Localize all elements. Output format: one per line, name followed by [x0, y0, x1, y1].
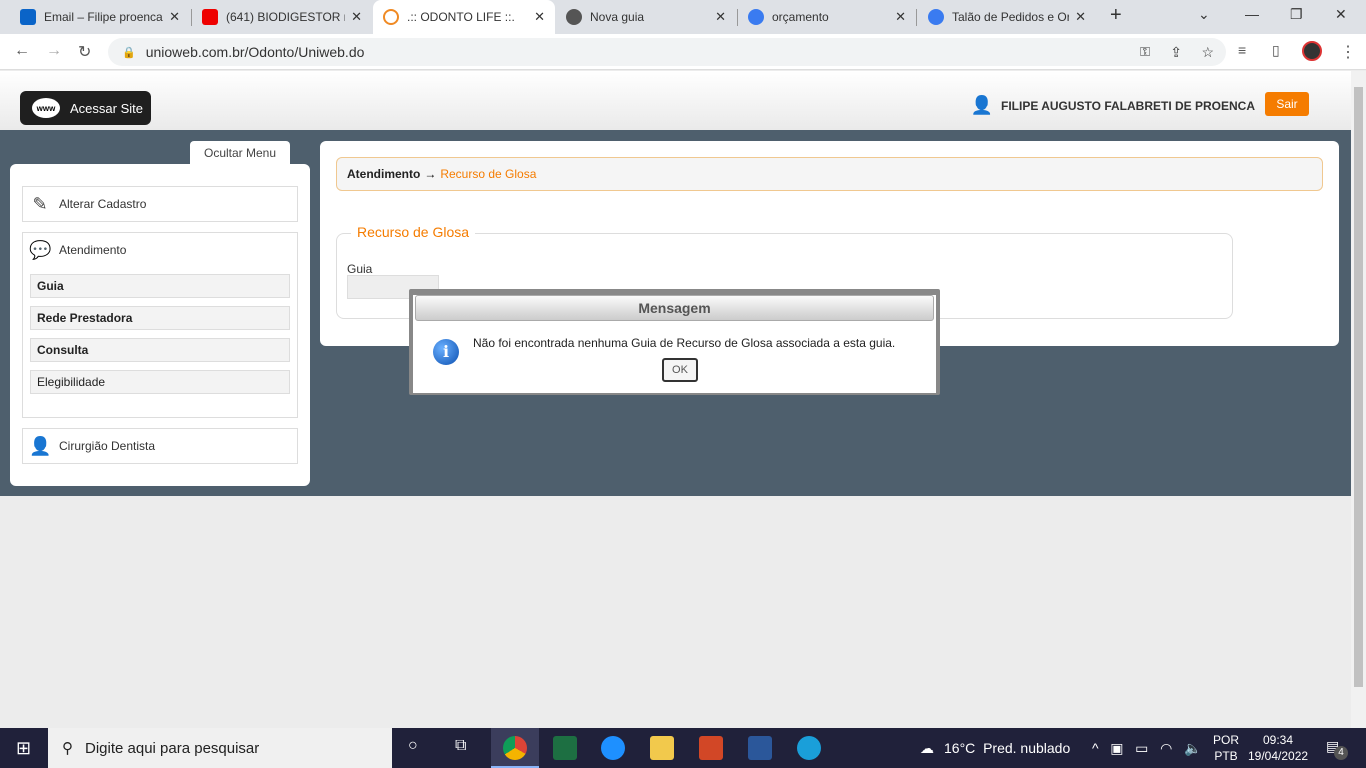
side-panel-icon[interactable]: ▯	[1272, 42, 1280, 59]
close-icon[interactable]: ✕	[895, 9, 906, 25]
tab-bar: Email – Filipe proenca ✕ (641) BIODIGESTO…	[0, 0, 1366, 34]
taskbar-search[interactable]: ⚲ Digite aqui para pesquisar	[48, 728, 392, 768]
reload-icon[interactable]: ↻	[78, 42, 91, 62]
tab-talao[interactable]: Talão de Pedidos e Or ✕	[918, 0, 1096, 34]
odonto-icon	[383, 9, 399, 25]
wifi-icon[interactable]: ◠	[1160, 740, 1172, 757]
dentist-icon: 👤	[29, 436, 52, 456]
volume-icon[interactable]: 🔈	[1184, 740, 1201, 757]
www-icon: www	[32, 98, 60, 118]
dialog-title: Mensagem	[415, 295, 934, 321]
sidebar-item-cirurgiao-dentista[interactable]: 👤 Cirurgião Dentista	[22, 428, 298, 464]
minimize-icon[interactable]: —	[1245, 6, 1259, 22]
battery-icon[interactable]: ▭	[1135, 740, 1148, 757]
address-bar: ← → ↻ 🔒 unioweb.com.br/Odonto/Uniweb.do ⚿…	[0, 34, 1366, 70]
menu-icon[interactable]: ⋮	[1340, 42, 1356, 62]
weather[interactable]: ☁ 16°C Pred. nublado	[920, 728, 1070, 768]
edit-icon: ✎	[32, 194, 48, 214]
site-header: www Acessar Site 👤 FILIPE AUGUSTO FALABRET…	[0, 71, 1351, 130]
close-icon[interactable]: ✕	[169, 9, 180, 25]
cloud-icon: ☁	[920, 739, 934, 756]
close-icon[interactable]: ✕	[534, 9, 545, 25]
windows-start-icon[interactable]: ⊞	[16, 738, 31, 759]
chrome-icon	[566, 9, 582, 25]
sidebar-subitem-consulta[interactable]: Consulta	[30, 338, 290, 362]
sidebar: ✎ Alterar Cadastro 💬 Atendimento Guia Rede…	[10, 164, 310, 486]
edge-icon[interactable]	[797, 736, 821, 760]
atendimento-header[interactable]: 💬 Atendimento	[23, 233, 297, 267]
tray-icons: ^ ▣ ▭ ◠ 🔈	[1092, 728, 1201, 768]
scrollbar[interactable]	[1351, 71, 1366, 728]
word-icon[interactable]	[748, 736, 772, 760]
tab-odonto-life[interactable]: .:: ODONTO LIFE ::. ✕	[373, 0, 555, 34]
camera-icon[interactable]: ▣	[1110, 740, 1123, 757]
user-icon: 👤	[970, 95, 993, 115]
back-icon[interactable]: ←	[14, 42, 30, 60]
sidebar-item-alterar-cadastro[interactable]: ✎ Alterar Cadastro	[22, 186, 298, 222]
hide-menu-button[interactable]: Ocultar Menu	[190, 141, 290, 165]
tab-orcamento[interactable]: orçamento ✕	[738, 0, 916, 34]
chat-user-icon: 💬	[29, 240, 52, 260]
ie-icon[interactable]	[601, 736, 625, 760]
sidebar-subitem-rede-prestadora[interactable]: Rede Prestadora	[30, 306, 290, 330]
tab-youtube[interactable]: (641) BIODIGESTOR m ✕	[192, 0, 372, 34]
page: www Acessar Site 👤 FILIPE AUGUSTO FALABRET…	[0, 71, 1351, 728]
tab-email[interactable]: Email – Filipe proenca ✕	[10, 0, 190, 34]
sidebar-subitem-guia[interactable]: Guia	[30, 274, 290, 298]
canva-icon	[928, 9, 944, 25]
breadcrumb: Atendimento → Recurso de Glosa	[336, 157, 1323, 191]
lock-icon: 🔒	[122, 46, 136, 59]
file-explorer-icon[interactable]	[650, 736, 674, 760]
task-view-icon[interactable]: ⧉	[455, 737, 466, 755]
message-dialog: Mensagem i Não foi encontrada nenhuma Gu…	[409, 289, 940, 395]
dialog-message: Não foi encontrada nenhuma Guia de Recur…	[473, 336, 896, 350]
guia-label: Guia	[347, 262, 373, 276]
close-icon[interactable]: ✕	[715, 9, 726, 25]
canva-icon	[748, 9, 764, 25]
close-icon[interactable]: ✕	[351, 9, 362, 25]
close-icon[interactable]: ✕	[1075, 9, 1086, 25]
search-icon: ⚲	[62, 740, 73, 757]
restore-icon[interactable]: ❐	[1290, 6, 1303, 23]
ok-button[interactable]: OK	[662, 358, 698, 382]
tab-nova-guia[interactable]: Nova guia ✕	[556, 0, 736, 34]
outlook-icon	[20, 9, 36, 25]
reading-list-icon[interactable]: ≡	[1238, 42, 1246, 58]
new-tab-button[interactable]: +	[1110, 4, 1122, 27]
clock[interactable]: 09:34 19/04/2022	[1248, 732, 1308, 764]
cortana-icon[interactable]: ○	[408, 737, 418, 755]
url-input[interactable]: 🔒 unioweb.com.br/Odonto/Uniweb.do ⚿ ⇪ ☆	[108, 38, 1226, 66]
sidebar-item-atendimento: 💬 Atendimento Guia Rede Prestadora Consul…	[22, 232, 298, 418]
forward-icon[interactable]: →	[46, 42, 62, 60]
profile-avatar[interactable]	[1302, 41, 1322, 61]
chevron-up-icon[interactable]: ^	[1092, 740, 1099, 756]
notifications-icon[interactable]: ▤ 4	[1326, 738, 1348, 760]
fieldset-title: Recurso de Glosa	[351, 224, 476, 240]
close-window-icon[interactable]: ✕	[1335, 6, 1347, 23]
star-icon[interactable]: ☆	[1201, 44, 1214, 61]
logout-button[interactable]: Sair	[1265, 92, 1309, 116]
powerpoint-icon[interactable]	[699, 736, 723, 760]
user-name: 👤 FILIPE AUGUSTO FALABRETI DE PROENCA	[970, 95, 1255, 115]
chrome-taskbar-button[interactable]	[491, 728, 539, 768]
key-icon[interactable]: ⚿	[1140, 44, 1150, 60]
tab-search-icon[interactable]: ⌄	[1198, 6, 1210, 23]
youtube-icon	[202, 9, 218, 25]
info-icon: i	[433, 339, 459, 365]
language-indicator[interactable]: POR PTB	[1213, 732, 1239, 764]
share-icon[interactable]: ⇪	[1170, 44, 1182, 61]
taskbar: ⊞ ⚲ Digite aqui para pesquisar ○ ⧉ ☁ 16°C …	[0, 728, 1366, 768]
acessar-site-button[interactable]: www Acessar Site	[20, 91, 151, 125]
excel-icon[interactable]	[553, 736, 577, 760]
sidebar-subitem-elegibilidade[interactable]: Elegibilidade	[30, 370, 290, 394]
